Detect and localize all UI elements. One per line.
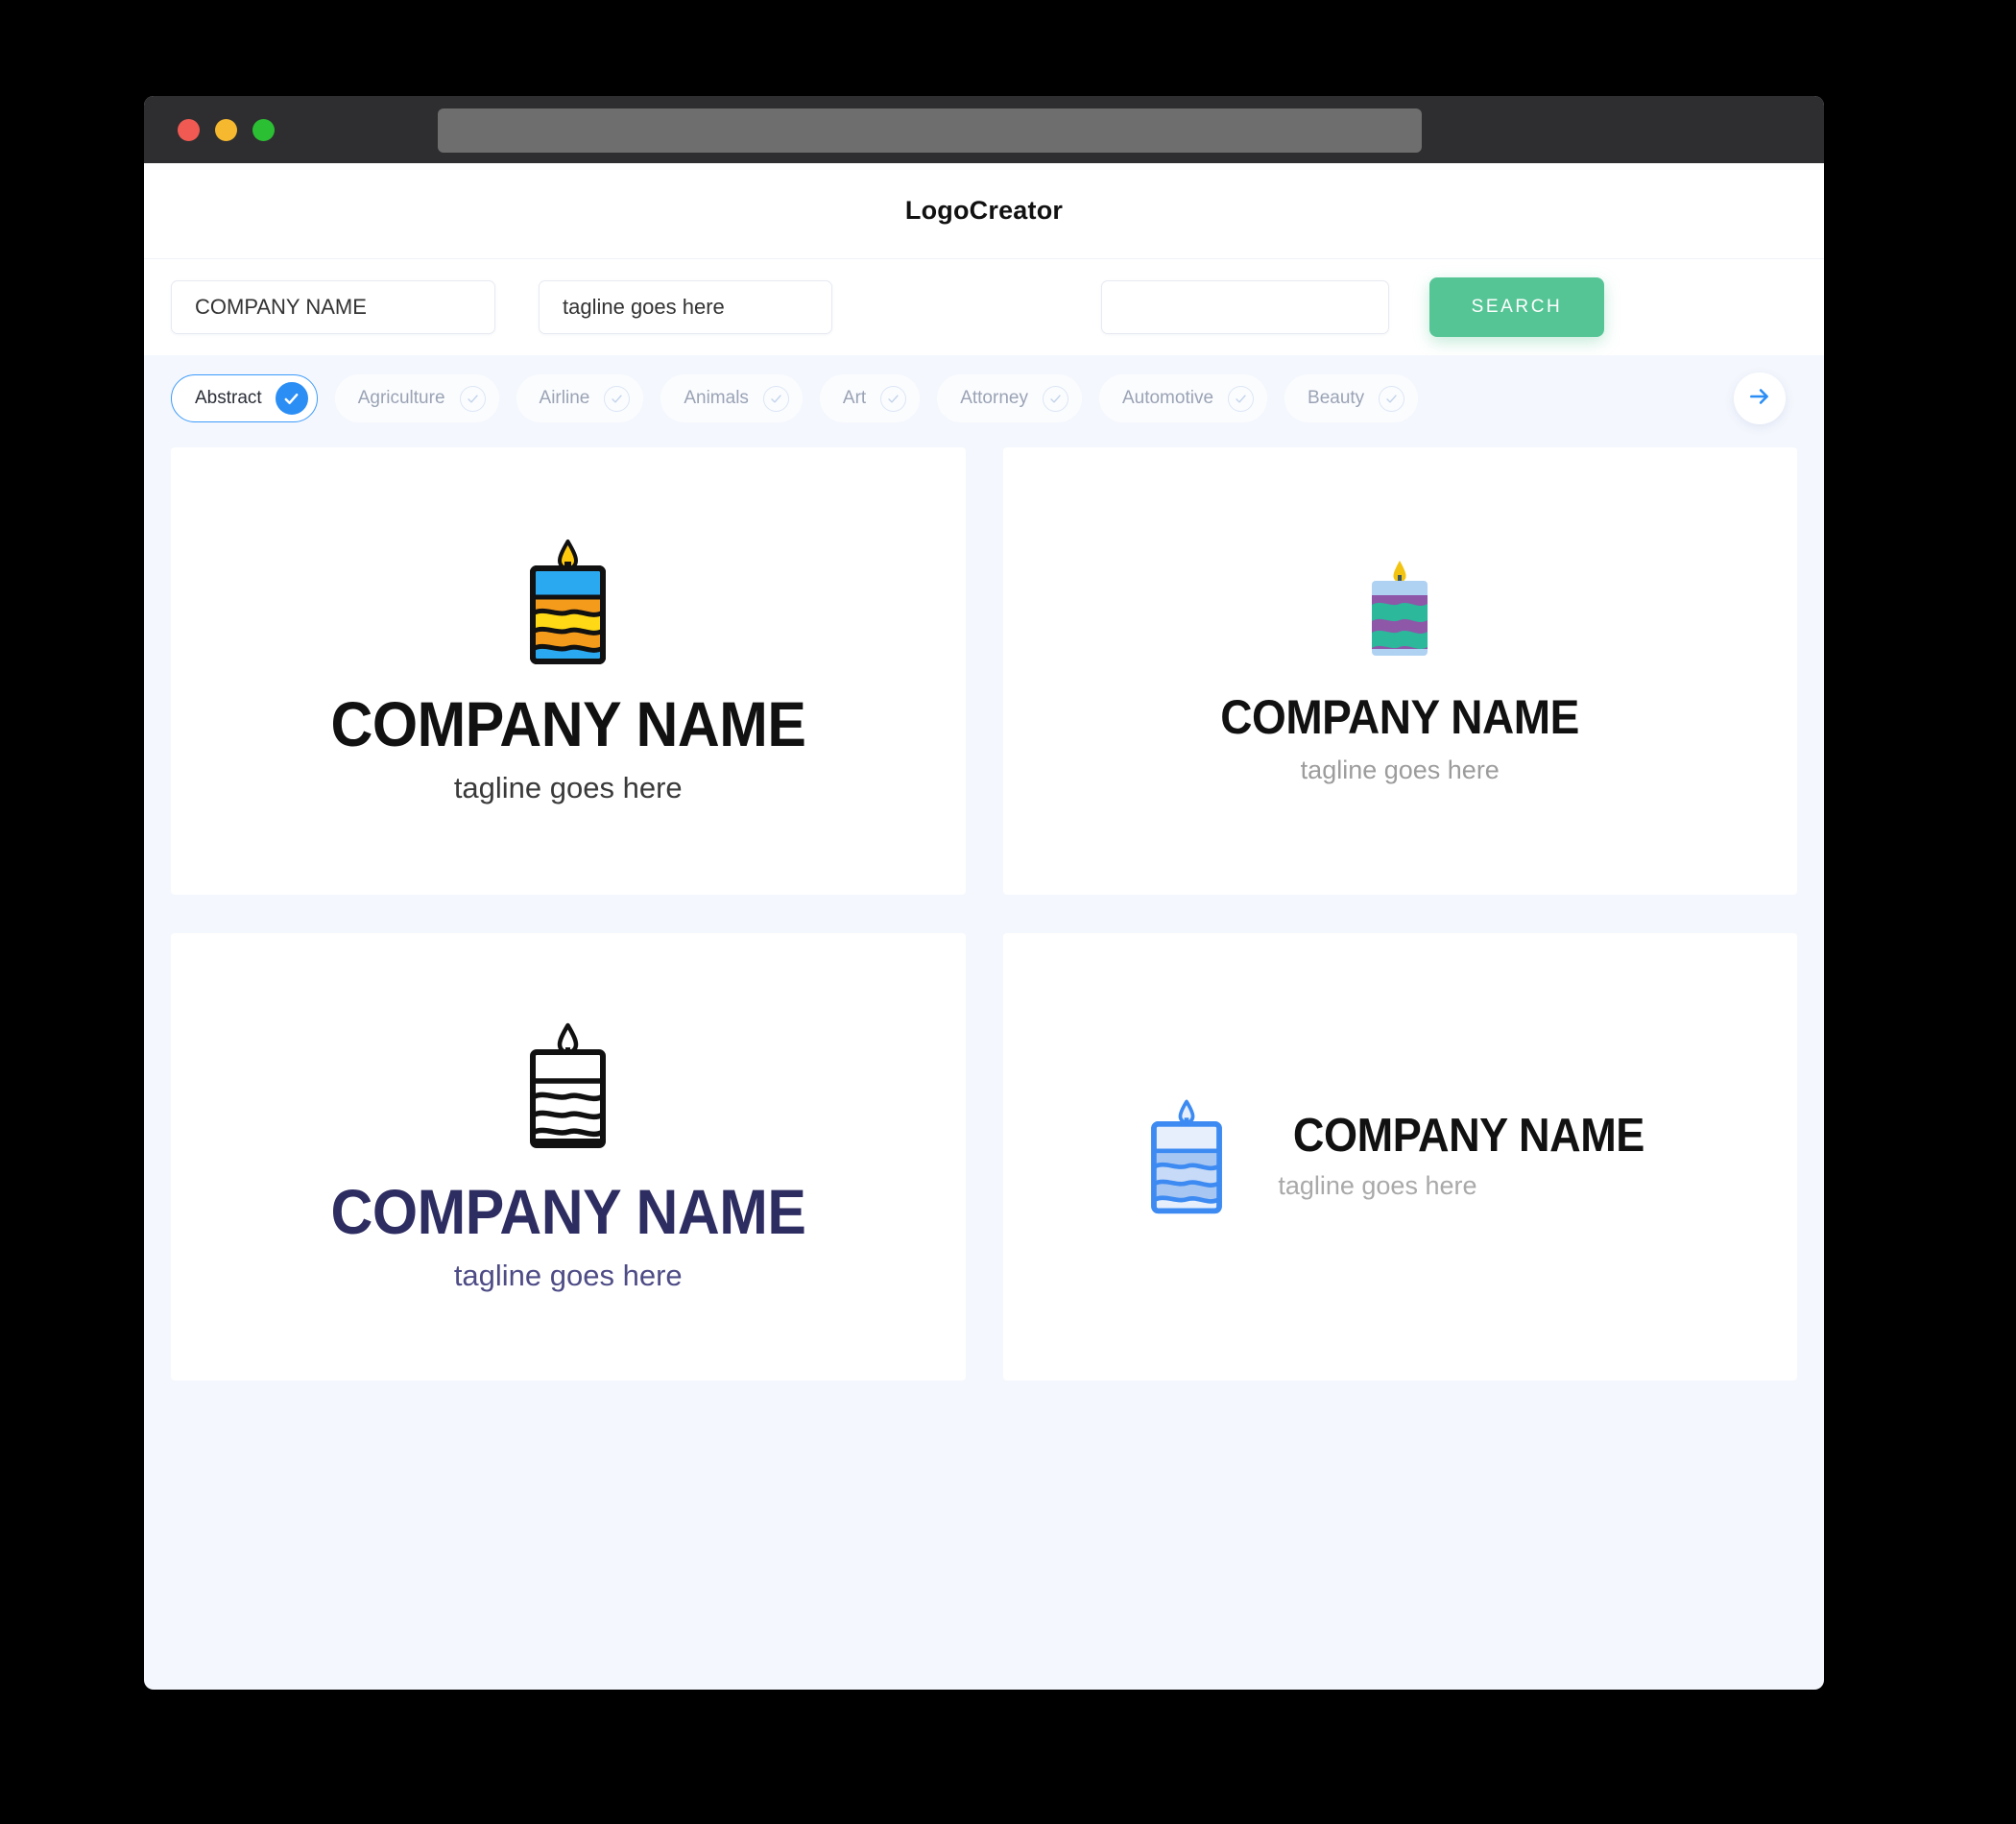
candle-icon <box>517 537 618 671</box>
logo-tagline: tagline goes here <box>453 771 683 804</box>
candle-icon <box>1362 558 1437 668</box>
check-icon <box>1042 385 1068 412</box>
minimize-window-icon[interactable] <box>215 118 237 141</box>
traffic-lights <box>178 118 275 141</box>
logo-company-name: COMPANY NAME <box>1293 1110 1645 1162</box>
logo-company-name: COMPANY NAME <box>330 1176 806 1247</box>
chip-label: Art <box>842 388 867 408</box>
check-icon <box>275 382 308 415</box>
candle-icon <box>1140 1093 1234 1221</box>
category-filter-bar: Abstract Agriculture Airline Animals Art <box>144 355 1824 442</box>
logo-tagline: tagline goes here <box>453 1259 683 1292</box>
logo-card[interactable]: COMPANY NAME tagline goes here <box>171 447 966 895</box>
close-window-icon[interactable] <box>178 118 200 141</box>
company-name-input[interactable]: COMPANY NAME <box>171 280 495 334</box>
check-icon <box>880 385 907 412</box>
check-icon <box>1228 385 1255 412</box>
logo-card[interactable]: COMPANY NAME tagline goes here <box>171 933 966 1380</box>
check-icon <box>1379 385 1405 412</box>
browser-titlebar <box>144 96 1824 163</box>
logo-tagline: tagline goes here <box>1278 1171 1477 1200</box>
check-icon <box>762 385 789 412</box>
candle-icon <box>517 1020 618 1155</box>
logo-tagline: tagline goes here <box>1300 755 1500 784</box>
category-chip-automotive[interactable]: Automotive <box>1098 374 1268 422</box>
app-brand-title: LogoCreator <box>904 196 1064 225</box>
logo-card[interactable]: COMPANY NAME tagline goes here <box>1002 933 1797 1380</box>
category-chip-beauty[interactable]: Beauty <box>1284 374 1419 422</box>
category-chip-animals[interactable]: Animals <box>660 374 803 422</box>
next-categories-button[interactable] <box>1734 372 1786 424</box>
keyword-input[interactable] <box>1101 280 1389 334</box>
chip-label: Beauty <box>1308 388 1365 408</box>
app-header: LogoCreator <box>144 163 1824 259</box>
logo-results-grid: COMPANY NAME tagline goes here COMPANY N… <box>144 442 1824 1413</box>
category-chip-airline[interactable]: Airline <box>516 374 644 422</box>
logo-company-name: COMPANY NAME <box>330 688 806 759</box>
chip-label: Attorney <box>960 388 1028 408</box>
tagline-input[interactable]: tagline goes here <box>539 280 832 334</box>
logo-company-name: COMPANY NAME <box>1220 689 1580 744</box>
chip-label: Airline <box>539 388 590 408</box>
category-chip-agriculture[interactable]: Agriculture <box>334 374 499 422</box>
search-button[interactable]: SEARCH <box>1429 277 1604 337</box>
browser-window: LogoCreator COMPANY NAME tagline goes he… <box>144 96 1824 1690</box>
check-icon <box>604 385 631 412</box>
chip-label: Animals <box>684 388 749 408</box>
chip-label: Abstract <box>195 388 262 408</box>
category-chip-art[interactable]: Art <box>819 374 921 422</box>
maximize-window-icon[interactable] <box>252 118 275 141</box>
chip-label: Agriculture <box>357 388 445 408</box>
logo-card[interactable]: COMPANY NAME tagline goes here <box>1002 447 1797 895</box>
category-chip-abstract[interactable]: Abstract <box>171 374 318 422</box>
arrow-right-icon <box>1747 384 1772 414</box>
url-bar[interactable] <box>438 108 1422 153</box>
chip-label: Automotive <box>1121 388 1214 408</box>
category-chip-attorney[interactable]: Attorney <box>937 374 1082 422</box>
search-toolbar: COMPANY NAME tagline goes here SEARCH <box>144 259 1824 355</box>
check-icon <box>459 385 486 412</box>
